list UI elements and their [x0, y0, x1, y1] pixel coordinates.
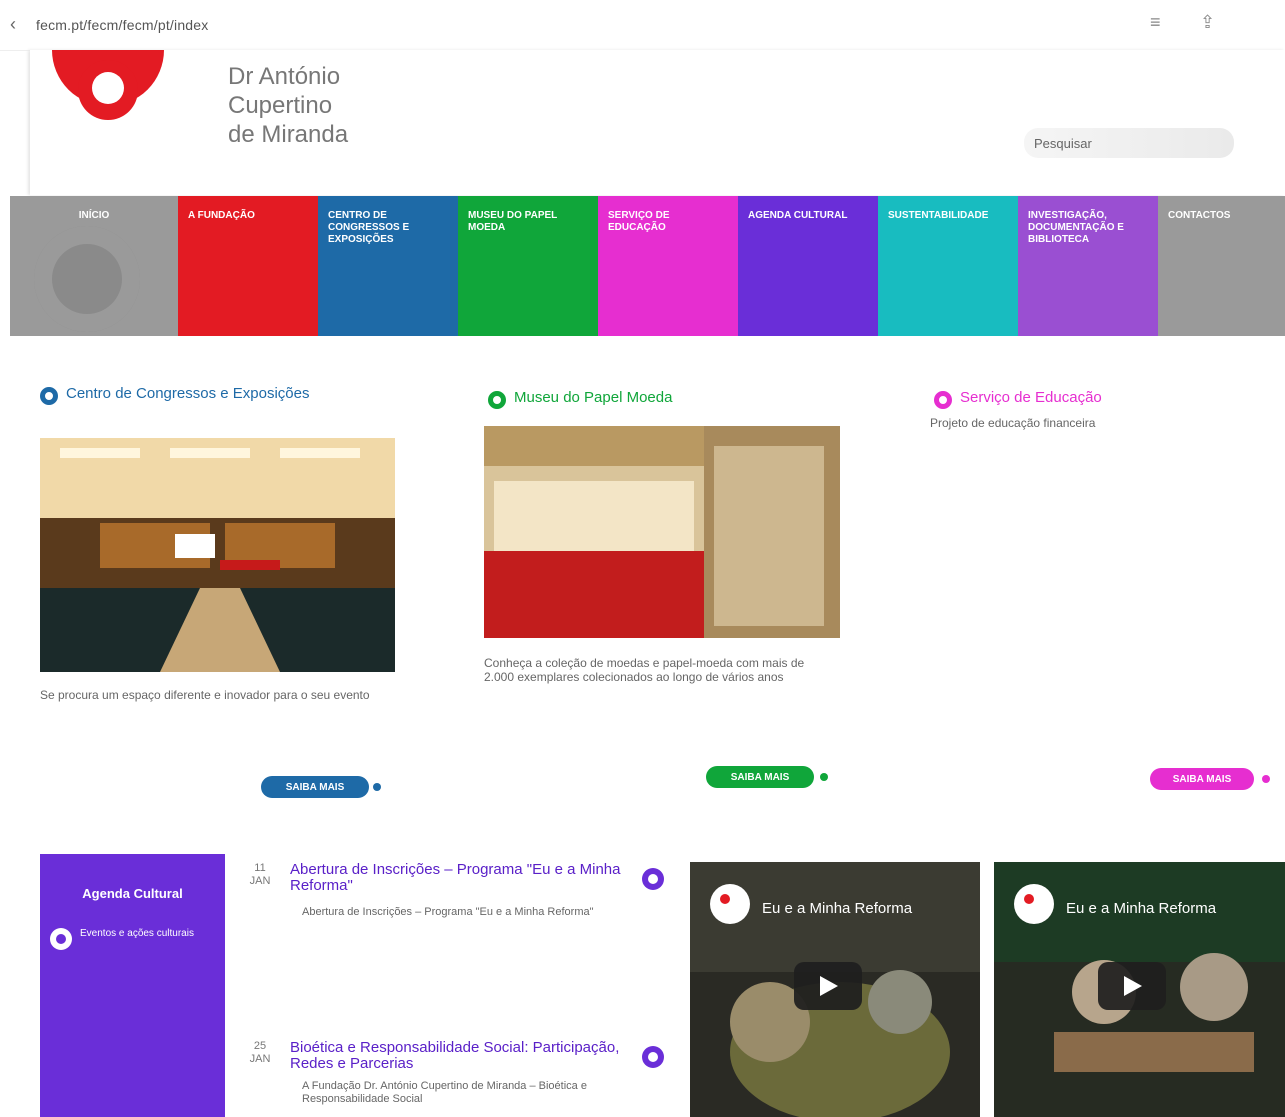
- nav-item-label: SERVIÇO DE EDUCAÇÃO: [608, 210, 670, 233]
- nav-item-label: SUSTENTABILIDADE: [888, 210, 989, 221]
- nav-item-label: INVESTIGAÇÃO, DOCUMENTAÇÃO E BIBLIOTECA: [1028, 210, 1124, 245]
- saiba-mais-button-congressos[interactable]: SAIBA MAIS: [261, 776, 369, 798]
- nav-item-label: INÍCIO: [78, 210, 110, 221]
- video-player[interactable]: Eu e a Minha Reforma: [690, 862, 980, 1117]
- saiba-mais-button-educacao[interactable]: SAIBA MAIS: [1150, 768, 1254, 790]
- channel-avatar: [1014, 884, 1054, 924]
- arrow-dot-icon: [820, 773, 828, 781]
- channel-avatar: [710, 884, 750, 924]
- nav-item-label: MUSEU DO PAPEL MOEDA: [468, 210, 558, 233]
- circle-bullet-icon: [40, 387, 58, 405]
- agenda-link[interactable]: Eventos e ações culturais: [50, 928, 210, 950]
- saiba-mais-button-museu[interactable]: SAIBA MAIS: [706, 766, 814, 788]
- event-date: 11 JAN: [249, 862, 271, 887]
- event-item[interactable]: 11 JAN Abertura de Inscrições – Programa …: [242, 862, 672, 972]
- nav-item-contactos[interactable]: CONTACTOS: [1158, 196, 1285, 336]
- share-icon[interactable]: ⇪: [1200, 12, 1215, 33]
- search-input[interactable]: Pesquisar: [1024, 128, 1234, 158]
- agenda-cultural-panel: Agenda Cultural Eventos e ações culturai…: [40, 854, 225, 1117]
- event-summary: A Fundação Dr. António Cupertino de Mira…: [302, 1080, 587, 1105]
- event-open-icon[interactable]: [642, 1046, 664, 1068]
- address-bar[interactable]: fecm.pt/fecm/fecm/pt/index: [36, 17, 208, 33]
- nav-item-educacao[interactable]: SERVIÇO DE EDUCAÇÃO: [598, 196, 738, 336]
- nav-item-inicio[interactable]: INÍCIO: [10, 196, 178, 336]
- congress-hall-image: [40, 438, 395, 672]
- event-date: 25 JAN: [249, 1040, 271, 1065]
- section-title-congressos[interactable]: Centro de Congressos e Exposições: [40, 386, 340, 405]
- event-summary: Abertura de Inscrições – Programa "Eu e …: [302, 906, 594, 918]
- section-title-educacao[interactable]: Serviço de Educação: [934, 390, 1234, 409]
- nav-item-museu[interactable]: MUSEU DO PAPEL MOEDA: [458, 196, 598, 336]
- menu-icon[interactable]: ≡: [1150, 12, 1161, 33]
- nav-item-fundacao[interactable]: A FUNDAÇÃO: [178, 196, 318, 336]
- event-title[interactable]: Abertura de Inscrições – Programa "Eu e …: [290, 862, 630, 894]
- agenda-title: Agenda Cultural: [82, 886, 183, 901]
- section-desc-educacao: Projeto de educação financeira: [930, 416, 1096, 430]
- nav-item-sustentabilidade[interactable]: SUSTENTABILIDADE: [878, 196, 1018, 336]
- site-header: [30, 50, 1285, 195]
- section-desc-congressos: Se procura um espaço diferente e inovado…: [40, 688, 370, 702]
- play-icon[interactable]: [1098, 962, 1166, 1010]
- arrow-dot-icon: [1262, 775, 1270, 783]
- nav-item-centro-congressos[interactable]: CENTRO DE CONGRESSOS E EXPOSIÇÕES: [318, 196, 458, 336]
- browser-toolbar: ‹ fecm.pt/fecm/fecm/pt/index ≡ ⇪: [0, 0, 1285, 51]
- back-icon[interactable]: ‹: [10, 14, 16, 35]
- nav-item-label: A FUNDAÇÃO: [188, 210, 255, 221]
- event-open-icon[interactable]: [642, 868, 664, 890]
- video-title[interactable]: Eu e a Minha Reforma: [1066, 900, 1216, 917]
- section-title-museu[interactable]: Museu do Papel Moeda: [488, 390, 788, 409]
- main-navigation: INÍCIO A FUNDAÇÃO CENTRO DE CONGRESSOS E…: [10, 196, 1285, 336]
- nav-disc-decoration: [34, 226, 140, 332]
- event-item[interactable]: 25 JAN Bioética e Responsabilidade Social…: [242, 1040, 672, 1117]
- foundation-logo[interactable]: [52, 50, 164, 150]
- circle-arrow-icon: [50, 928, 72, 950]
- play-icon[interactable]: [794, 962, 862, 1010]
- video-player[interactable]: Eu e a Minha Reforma: [994, 862, 1285, 1117]
- nav-item-label: CONTACTOS: [1168, 210, 1231, 221]
- nav-item-label: AGENDA CULTURAL: [748, 210, 848, 221]
- brand-name[interactable]: Dr António Cupertino de Miranda: [228, 62, 348, 149]
- section-desc-museu: Conheça a coleção de moedas e papel-moed…: [484, 656, 805, 684]
- video-title[interactable]: Eu e a Minha Reforma: [762, 900, 912, 917]
- museum-image: [484, 426, 840, 638]
- event-title[interactable]: Bioética e Responsabilidade Social: Part…: [290, 1040, 630, 1072]
- nav-item-label: CENTRO DE CONGRESSOS E EXPOSIÇÕES: [328, 210, 410, 245]
- nav-item-agenda[interactable]: AGENDA CULTURAL: [738, 196, 878, 336]
- arrow-dot-icon: [373, 783, 381, 791]
- circle-bullet-icon: [934, 391, 952, 409]
- nav-item-investigacao[interactable]: INVESTIGAÇÃO, DOCUMENTAÇÃO E BIBLIOTECA: [1018, 196, 1158, 336]
- circle-bullet-icon: [488, 391, 506, 409]
